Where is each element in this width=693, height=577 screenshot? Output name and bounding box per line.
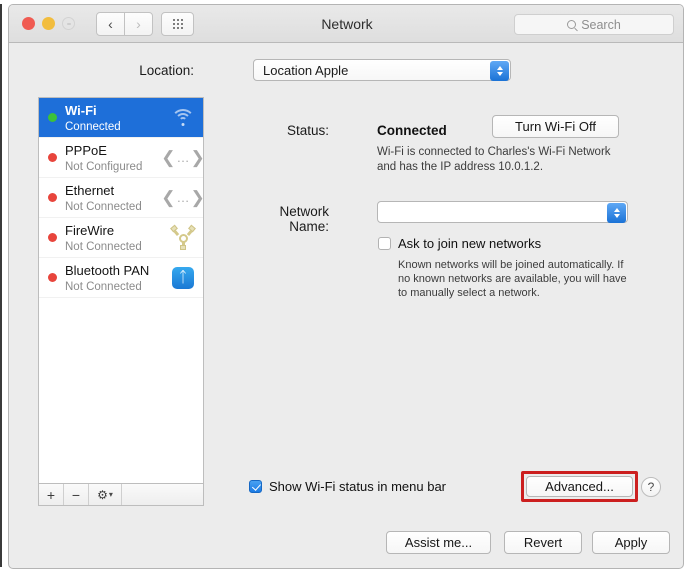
search-icon	[567, 20, 577, 29]
search-placeholder: Search	[581, 17, 621, 32]
apply-button[interactable]: Apply	[592, 531, 670, 554]
show-wifi-status-label: Show Wi-Fi status in menu bar	[269, 479, 447, 494]
checkbox-box[interactable]	[249, 480, 262, 493]
firewire-icon	[170, 224, 196, 250]
revert-button[interactable]: Revert	[504, 531, 582, 554]
network-services-list[interactable]: Wi-Fi Connected PPPoE Not Configured ❮… ❯	[38, 97, 205, 484]
minus-icon: −	[71, 486, 81, 503]
sidebar-item-ethernet[interactable]: Ethernet Not Connected ❮… ❯	[39, 178, 205, 218]
chevron-down-icon: ▾	[108, 490, 113, 499]
apply-label: Apply	[614, 535, 648, 550]
advanced-label: Advanced...	[545, 479, 614, 494]
service-status: Connected	[65, 120, 121, 133]
advanced-button[interactable]: Advanced...	[526, 476, 633, 497]
service-name: Bluetooth PAN	[65, 262, 150, 278]
service-status: Not Configured	[65, 160, 143, 173]
ask-to-join-description: Known networks will be joined automatica…	[398, 259, 627, 299]
network-preferences-window: ‹ › Network Search Location: Location Ap…	[8, 4, 684, 569]
location-label: Location:	[139, 63, 194, 78]
wan-icon: ❮… ❯	[161, 148, 205, 167]
status-dot	[48, 113, 57, 122]
service-name: FireWire	[65, 222, 115, 238]
service-name: Wi-Fi	[65, 102, 97, 118]
help-button[interactable]: ?	[641, 477, 661, 497]
sidebar-item-wifi[interactable]: Wi-Fi Connected	[39, 98, 203, 138]
service-status: Not Connected	[65, 280, 142, 293]
service-name: PPPoE	[65, 142, 107, 158]
location-row: Location: Location Apple	[9, 59, 683, 85]
question-mark-icon: ?	[647, 480, 655, 494]
stepper-icon[interactable]	[607, 203, 626, 223]
service-status: Not Connected	[65, 240, 142, 253]
location-selected-value: Location Apple	[263, 63, 349, 78]
stepper-icon[interactable]	[490, 61, 509, 81]
turn-wifi-off-label: Turn Wi-Fi Off	[515, 119, 596, 134]
network-name-label: Network Name:	[279, 204, 329, 234]
wifi-icon	[171, 109, 195, 126]
add-service-button[interactable]: +	[39, 484, 64, 505]
status-value: Connected	[377, 123, 447, 138]
status-dot	[48, 273, 57, 282]
sidebar-item-firewire[interactable]: FireWire Not Connected	[39, 218, 203, 258]
service-name: Ethernet	[65, 182, 115, 198]
status-label: Status:	[286, 123, 329, 138]
status-description: Wi-Fi is connected to Charles's Wi-Fi Ne…	[377, 146, 611, 173]
search-input[interactable]: Search	[514, 14, 674, 35]
remove-service-button[interactable]: −	[64, 484, 89, 505]
turn-wifi-off-button[interactable]: Turn Wi-Fi Off	[492, 115, 619, 138]
window-left-edge	[0, 4, 2, 567]
bluetooth-icon: ᛏ	[172, 266, 194, 289]
service-actions-button[interactable]: ⚙ ▾	[89, 484, 122, 505]
sidebar-toolbar: + − ⚙ ▾	[38, 484, 204, 506]
sidebar-item-bluetooth-pan[interactable]: Bluetooth PAN Not Connected ᛏ	[39, 258, 203, 298]
gear-icon: ⚙	[97, 487, 108, 502]
network-name-select[interactable]	[377, 201, 628, 223]
wan-icon: ❮… ❯	[161, 188, 205, 207]
ask-to-join-checkbox[interactable]: Ask to join new networks	[378, 236, 541, 251]
title-bar: ‹ › Network Search	[9, 5, 683, 43]
status-dot	[48, 153, 57, 162]
plus-icon: +	[46, 486, 56, 503]
checkbox-box[interactable]	[378, 237, 391, 250]
revert-label: Revert	[523, 535, 563, 550]
status-dot	[48, 193, 57, 202]
status-dot	[48, 233, 57, 242]
location-select[interactable]: Location Apple	[253, 59, 511, 81]
assist-me-button[interactable]: Assist me...	[386, 531, 491, 554]
show-wifi-status-checkbox[interactable]: Show Wi-Fi status in menu bar	[249, 479, 446, 494]
sidebar-item-pppoe[interactable]: PPPoE Not Configured ❮… ❯	[39, 138, 205, 178]
service-status: Not Connected	[65, 200, 142, 213]
ask-to-join-label: Ask to join new networks	[398, 236, 542, 251]
assist-me-label: Assist me...	[404, 535, 473, 550]
